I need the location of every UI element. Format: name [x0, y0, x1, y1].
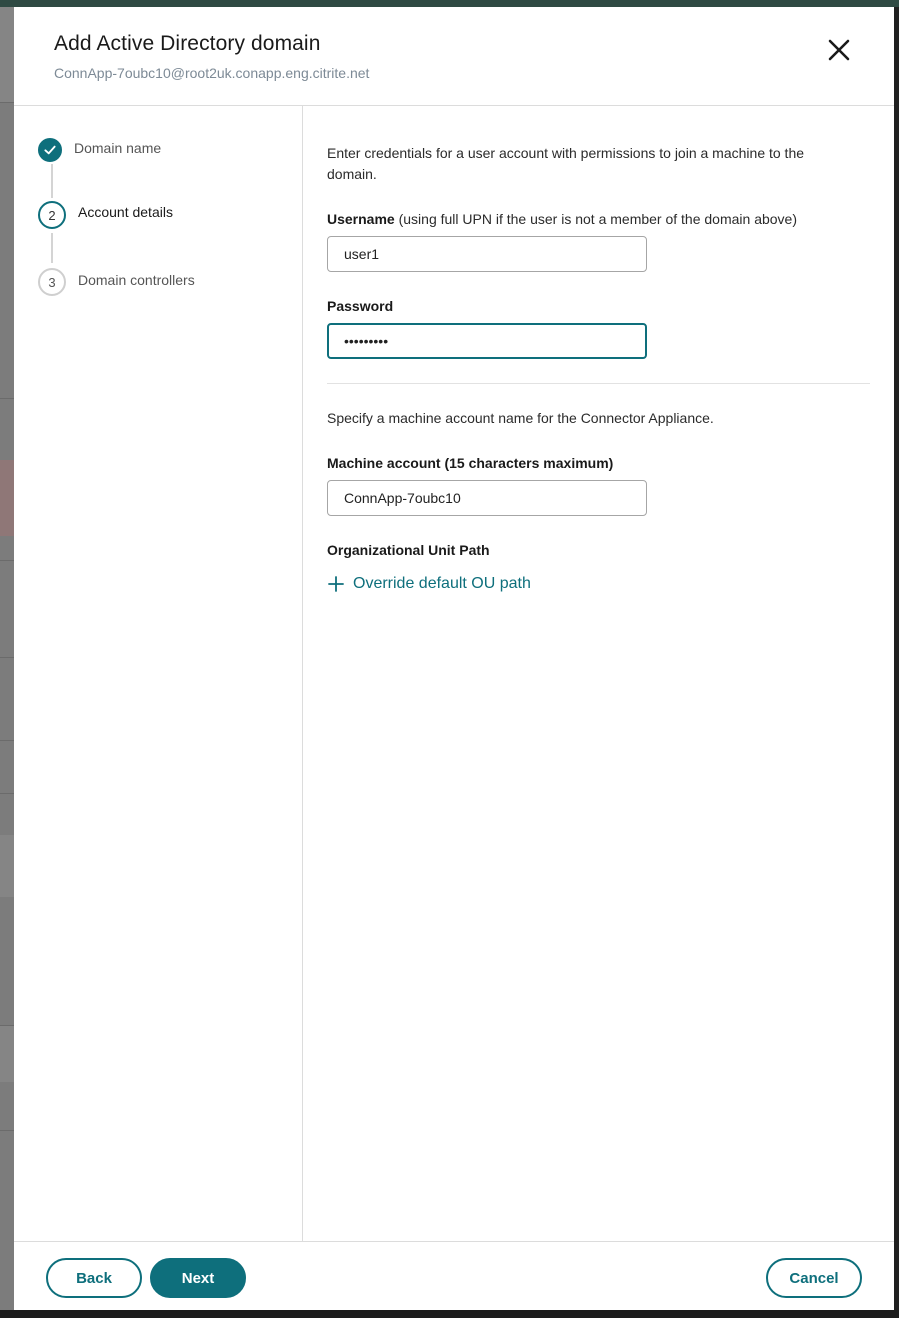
- section-divider: [327, 383, 870, 384]
- background-panel: [0, 1026, 14, 1082]
- background-divider: [0, 560, 14, 561]
- username-label-note: (using full UPN if the user is not a mem…: [394, 211, 798, 227]
- step-connector: [51, 233, 53, 263]
- step-label-domain-name: Domain name: [74, 140, 162, 156]
- wizard-steps: Domain name 2 Account details 3 Domain c…: [14, 106, 303, 1241]
- background-divider: [0, 657, 14, 658]
- username-label: Username (using full UPN if the user is …: [327, 209, 887, 230]
- dialog-subtitle: ConnApp-7oubc10@root2uk.conapp.eng.citri…: [54, 65, 370, 81]
- step-label-domain-controllers: Domain controllers: [78, 272, 195, 288]
- background-divider: [0, 398, 14, 399]
- step-number-3: 3: [38, 268, 66, 296]
- plus-icon: [328, 576, 344, 592]
- machine-account-label: Machine account (15 characters maximum): [327, 455, 614, 471]
- background-divider: [0, 1130, 14, 1131]
- background-divider: [0, 793, 14, 794]
- step-domain-name[interactable]: [38, 136, 62, 164]
- override-ou-path-label: Override default OU path: [353, 575, 531, 592]
- background-divider: [0, 740, 14, 741]
- window-bottom-edge: [0, 1310, 899, 1318]
- back-button[interactable]: Back: [46, 1258, 142, 1298]
- step-account-details[interactable]: 2: [38, 201, 66, 229]
- window-edge: [894, 7, 899, 1318]
- step-label-account-details: Account details: [78, 204, 173, 220]
- close-icon: [828, 39, 850, 61]
- ou-path-label: Organizational Unit Path: [327, 542, 490, 558]
- dialog-footer: Back Next Cancel: [14, 1241, 894, 1311]
- background-panel: [0, 7, 14, 102]
- app-top-bar: [0, 0, 899, 7]
- account-details-form: Enter credentials for a user account wit…: [303, 106, 894, 1241]
- step-connector: [51, 164, 53, 198]
- close-button[interactable]: [822, 33, 856, 67]
- machine-account-input[interactable]: [327, 480, 647, 516]
- password-label: Password: [327, 298, 394, 314]
- cancel-button[interactable]: Cancel: [766, 1258, 862, 1298]
- machine-account-intro: Specify a machine account name for the C…: [327, 410, 714, 426]
- background-divider: [0, 102, 14, 103]
- add-domain-dialog: Add Active Directory domain ConnApp-7oub…: [14, 7, 894, 1310]
- username-input[interactable]: [327, 236, 647, 272]
- step-number-2: 2: [38, 201, 66, 229]
- credentials-intro: Enter credentials for a user account wit…: [327, 145, 805, 182]
- override-ou-path-link[interactable]: Override default OU path: [327, 575, 531, 593]
- background-panel: [0, 835, 14, 897]
- step-domain-controllers[interactable]: 3: [38, 268, 66, 296]
- password-input[interactable]: [327, 323, 647, 359]
- username-label-text: Username: [327, 211, 395, 227]
- background-highlight-row: [0, 460, 14, 536]
- dialog-header: Add Active Directory domain ConnApp-7oub…: [14, 7, 894, 106]
- dialog-title: Add Active Directory domain: [54, 32, 321, 55]
- next-button[interactable]: Next: [150, 1258, 246, 1298]
- check-icon: [38, 138, 62, 162]
